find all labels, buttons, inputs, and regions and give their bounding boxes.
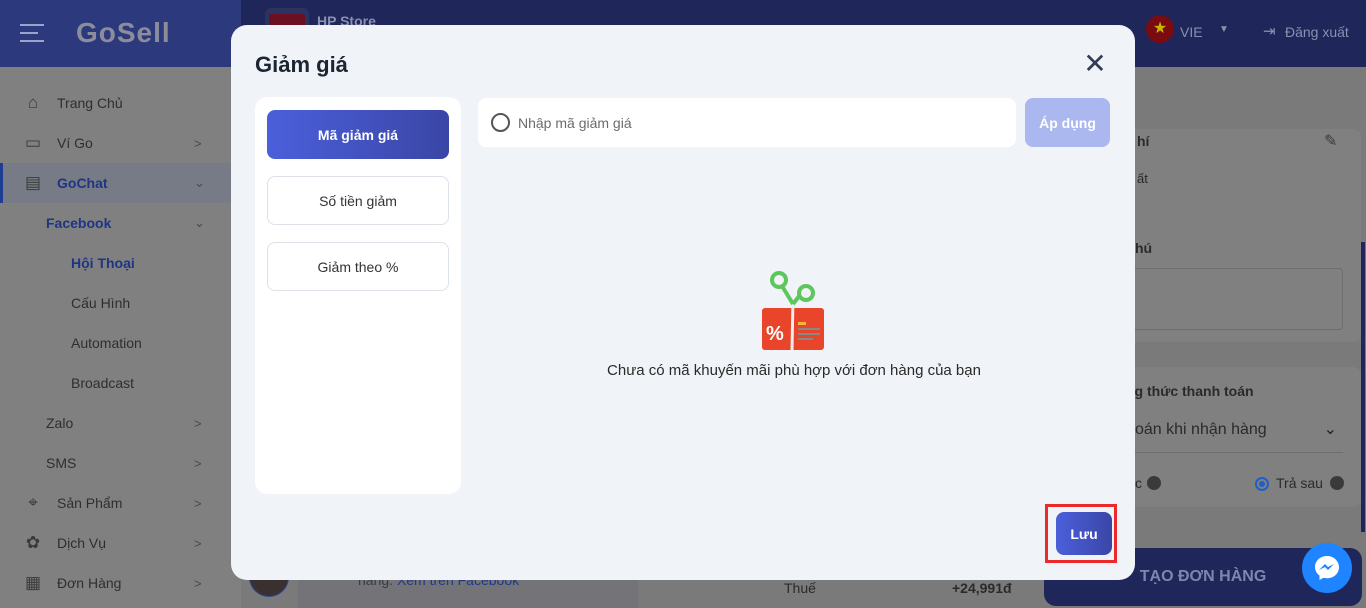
- tag-icon: ⌖: [28, 493, 38, 512]
- sidebar: ⌂ Trang Chủ ▭ Ví Go > ▤ GoChat ⌄ Facebook ⌄ Hộ…: [0, 67, 241, 608]
- chevron-right-icon: >: [194, 495, 202, 511]
- sidebar-item-sms[interactable]: SMS >: [0, 443, 241, 483]
- home-icon: ⌂: [27, 93, 39, 112]
- chevron-down-icon: ⌄: [194, 215, 205, 230]
- language-select[interactable]: VIE: [1180, 24, 1203, 40]
- tax-label: Thuế: [784, 580, 816, 596]
- sidebar-item-gochat[interactable]: ▤ GoChat ⌄: [0, 163, 241, 203]
- edit-icon[interactable]: ✎: [1324, 131, 1337, 151]
- service-icon: ✿: [25, 533, 41, 552]
- sidebar-item-config[interactable]: Cấu Hình: [0, 283, 241, 323]
- chevron-down-icon: ⌄: [194, 175, 205, 190]
- tab-discount-code[interactable]: Mã giảm giá: [267, 110, 449, 159]
- info-icon: [1330, 476, 1344, 490]
- chevron-right-icon: >: [194, 415, 202, 431]
- logout-icon[interactable]: ⇥: [1263, 22, 1276, 40]
- coupon-scissors-icon: %: [762, 271, 824, 351]
- discount-type-panel: Mã giảm giá Số tiền giảm Giảm theo %: [255, 97, 461, 494]
- messenger-icon[interactable]: [1302, 543, 1352, 593]
- order-icon: ▦: [24, 573, 42, 592]
- sidebar-header: GoSell: [0, 0, 241, 67]
- menu-toggle-icon[interactable]: [20, 24, 44, 42]
- highlight-box: Lưu: [1045, 504, 1117, 563]
- scrollbar[interactable]: [1361, 242, 1365, 532]
- tax-value: +24,991đ: [952, 580, 1012, 596]
- note-textarea[interactable]: [1121, 268, 1343, 330]
- chevron-right-icon: >: [194, 455, 202, 471]
- wallet-icon: ▭: [24, 133, 42, 152]
- logout-button[interactable]: Đăng xuất: [1285, 24, 1349, 40]
- save-button[interactable]: Lưu: [1056, 512, 1112, 555]
- discount-modal: Giảm giá ✕ Mã giảm giá Số tiền giảm Giảm…: [231, 25, 1135, 580]
- flag-icon: ★: [1146, 15, 1174, 43]
- chevron-down-icon: ⌄: [1323, 421, 1337, 438]
- sidebar-item-home[interactable]: ⌂ Trang Chủ: [0, 83, 241, 123]
- tab-discount-percent[interactable]: Giảm theo %: [267, 242, 449, 291]
- logo[interactable]: GoSell: [76, 17, 171, 49]
- chevron-right-icon: >: [194, 135, 202, 151]
- sidebar-item-automation[interactable]: Automation: [0, 323, 241, 363]
- empty-state-message: Chưa có mã khuyến mãi phù hợp với đơn hà…: [607, 362, 981, 379]
- chat-icon: ▤: [24, 173, 42, 192]
- chevron-right-icon: >: [194, 575, 202, 591]
- svg-text:%: %: [766, 323, 784, 345]
- sidebar-item-orders[interactable]: ▦ Đơn Hàng >: [0, 563, 241, 603]
- sidebar-item-facebook[interactable]: Facebook ⌄: [0, 203, 241, 243]
- sidebar-item-wallet[interactable]: ▭ Ví Go >: [0, 123, 241, 163]
- postpay-radio[interactable]: [1255, 477, 1269, 491]
- tab-discount-amount[interactable]: Số tiền giảm: [267, 176, 449, 225]
- payment-method-select[interactable]: oán khi nhận hàng ⌄: [1121, 413, 1343, 453]
- close-icon[interactable]: ✕: [1083, 50, 1107, 78]
- apply-button[interactable]: Áp dụng: [1025, 98, 1110, 147]
- search-icon: [491, 113, 510, 132]
- sidebar-item-services[interactable]: ✿ Dịch Vụ >: [0, 523, 241, 563]
- info-icon: [1147, 476, 1161, 490]
- discount-code-field[interactable]: [478, 98, 1016, 147]
- sidebar-item-zalo[interactable]: Zalo >: [0, 403, 241, 443]
- sidebar-item-products[interactable]: ⌖ Sản Phẩm >: [0, 483, 241, 523]
- chevron-right-icon: >: [194, 535, 202, 551]
- discount-code-input[interactable]: [518, 98, 998, 147]
- modal-title: Giảm giá: [255, 52, 348, 77]
- sidebar-item-broadcast[interactable]: Broadcast: [0, 363, 241, 403]
- sidebar-item-conversations[interactable]: Hội Thoại: [0, 243, 241, 283]
- chevron-down-icon[interactable]: ▼: [1219, 24, 1229, 35]
